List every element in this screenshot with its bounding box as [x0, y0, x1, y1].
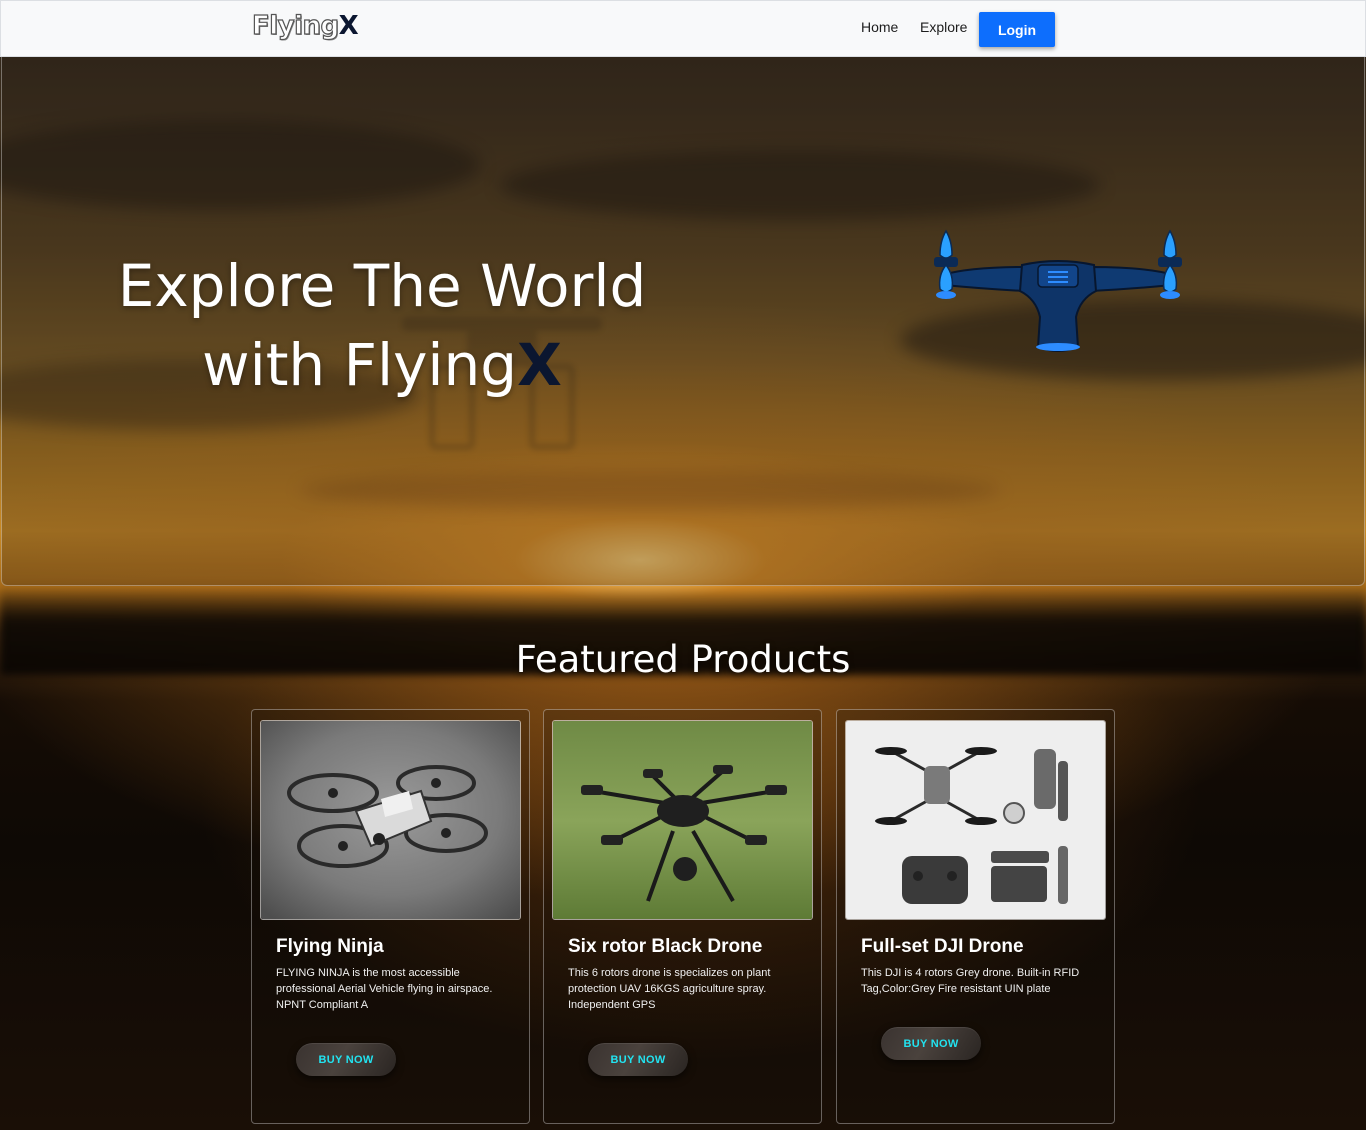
hero-title-accent: X — [517, 331, 562, 399]
login-button[interactable]: Login — [979, 12, 1055, 47]
product-card: Flying Ninja FLYING NINJA is the most ac… — [251, 709, 530, 1124]
product-image — [552, 720, 813, 920]
drone-photo-icon — [261, 721, 520, 919]
product-card: Full-set DJI Drone This DJI is 4 rotors … — [836, 709, 1115, 1124]
drone-kit-photo-icon — [846, 721, 1105, 919]
product-title: Flying Ninja — [276, 936, 384, 957]
hero-title-line2: with Flying — [202, 331, 518, 399]
product-title: Six rotor Black Drone — [568, 936, 763, 957]
navbar: FlyingX Home Explore Login — [0, 0, 1366, 57]
brand-logo[interactable]: FlyingX — [251, 10, 359, 41]
product-description: FLYING NINJA is the most accessible prof… — [276, 967, 493, 1011]
hero-banner: Explore The World with FlyingX — [1, 57, 1365, 586]
drone-illustration-icon — [934, 229, 1182, 352]
product-image — [260, 720, 521, 920]
featured-products-heading: Featured Products — [515, 638, 851, 681]
product-description: This DJI is 4 rotors Grey drone. Built-i… — [861, 967, 1080, 995]
brand-text: Flying — [251, 10, 339, 41]
hero-title: Explore The World with FlyingX — [92, 247, 672, 405]
product-card: Six rotor Black Drone This 6 rotors dron… — [543, 709, 822, 1124]
buy-now-button[interactable]: BUY NOW — [296, 1043, 396, 1076]
nav-link-home[interactable]: Home — [861, 19, 898, 35]
buy-now-button[interactable]: BUY NOW — [588, 1043, 688, 1076]
product-description: This 6 rotors drone is specializes on pl… — [568, 967, 771, 1011]
buy-now-button[interactable]: BUY NOW — [881, 1027, 981, 1060]
product-image — [845, 720, 1106, 920]
product-title: Full-set DJI Drone — [861, 936, 1024, 957]
brand-accent: X — [338, 11, 359, 41]
drone-photo-icon — [553, 721, 812, 919]
hero-title-line1: Explore The World — [117, 252, 647, 320]
nav-link-explore[interactable]: Explore — [920, 19, 967, 35]
